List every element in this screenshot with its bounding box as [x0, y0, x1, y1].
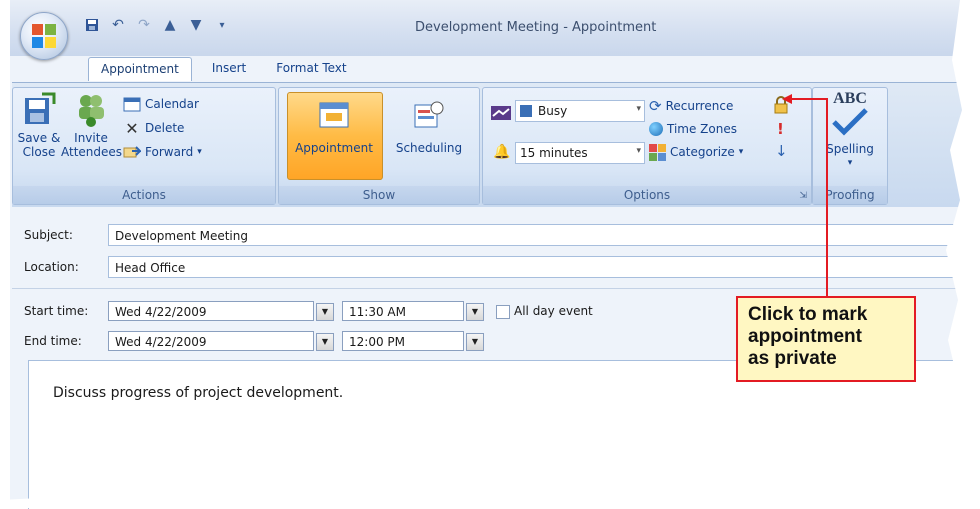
appointment-label: Appointment	[295, 141, 373, 155]
start-time-dropdown-icon[interactable]: ▼	[466, 303, 484, 321]
delete-icon: ✕	[125, 118, 139, 138]
scheduling-button[interactable]: Scheduling	[383, 100, 475, 155]
actions-group: Save & Close Invite Attendees Calendar ✕…	[12, 87, 276, 205]
scheduling-label: Scheduling	[395, 141, 463, 155]
proofing-group: ABC Spelling ▾ Proofing	[812, 87, 888, 205]
categorize-label: Categorize	[670, 145, 735, 159]
ribbon-tabs: Appointment Insert Format Text	[88, 57, 359, 81]
invite-label-2: Attendees	[61, 145, 123, 159]
options-dialog-launcher-icon[interactable]: ⇲	[799, 191, 807, 201]
start-time-label: Start time:	[24, 304, 89, 318]
outlook-appointment-window: ↶ ↷ ▲ ▼ ▾ Development Meeting - Appointm…	[0, 0, 980, 509]
subject-input[interactable]: Development Meeting	[108, 224, 980, 246]
callout-box: Click to mark appointment as private	[736, 296, 916, 382]
show-group: Appointment Scheduling Show	[278, 87, 480, 205]
calendar-icon	[123, 97, 141, 112]
callout-arrowhead-icon	[782, 94, 792, 104]
time-zones-label: Time Zones	[667, 122, 737, 136]
show-as-icon	[491, 106, 511, 120]
calendar-button[interactable]: Calendar	[123, 94, 199, 114]
low-importance-icon[interactable]: ↓	[775, 142, 788, 160]
title-bar: ↶ ↷ ▲ ▼ ▾ Development Meeting - Appointm…	[0, 0, 980, 60]
show-as-value: Busy	[538, 104, 568, 118]
reminder-dropdown-icon[interactable]: ▾	[636, 146, 641, 156]
proofing-group-label: Proofing	[813, 186, 887, 204]
save-close-button[interactable]: Save & Close	[17, 92, 61, 159]
busy-color-icon	[520, 105, 532, 117]
save-close-icon	[25, 92, 56, 124]
end-time-dropdown-icon[interactable]: ▼	[466, 333, 484, 351]
save-close-label-2: Close	[22, 145, 56, 159]
location-label: Location:	[24, 260, 79, 274]
categorize-button[interactable]: Categorize ▾	[649, 142, 743, 162]
recurrence-icon: ⟳	[649, 97, 662, 115]
callout-connector-vertical	[790, 98, 828, 100]
callout-line-2: appointment	[748, 326, 862, 347]
undo-icon[interactable]: ↶	[108, 15, 128, 35]
categorize-icon	[649, 143, 666, 161]
forward-dropdown-icon[interactable]: ▾	[197, 147, 202, 157]
options-group: Busy ▾ 🔔 15 minutes ▾ ⟳ Recurrence Time …	[482, 87, 812, 205]
callout-line-3: as private	[748, 348, 837, 369]
forward-icon	[123, 146, 141, 158]
tab-appointment[interactable]: Appointment	[88, 57, 192, 81]
appointment-body-text: Discuss progress of project development.	[53, 385, 344, 401]
actions-group-label: Actions	[13, 186, 275, 204]
ribbon: Save & Close Invite Attendees Calendar ✕…	[12, 82, 980, 207]
start-date-field[interactable]: Wed 4/22/2009	[108, 301, 314, 321]
appointment-icon	[319, 102, 349, 128]
invite-attendees-button[interactable]: Invite Attendees	[61, 92, 123, 159]
redo-icon[interactable]: ↷	[134, 15, 154, 35]
start-time-field[interactable]: 11:30 AM	[342, 301, 464, 321]
show-as-dropdown-icon[interactable]: ▾	[636, 104, 641, 114]
calendar-label: Calendar	[145, 97, 199, 111]
quick-access-toolbar: ↶ ↷ ▲ ▼ ▾	[82, 14, 232, 36]
save-icon[interactable]	[82, 15, 102, 35]
subject-label: Subject:	[24, 228, 73, 242]
all-day-event-checkbox[interactable]	[496, 305, 510, 319]
globe-icon	[649, 122, 663, 136]
end-date-dropdown-icon[interactable]: ▼	[316, 333, 334, 351]
save-close-label-1: Save &	[17, 131, 61, 145]
next-item-icon[interactable]: ▼	[186, 15, 206, 35]
all-day-event-label: All day event	[514, 304, 593, 318]
show-group-label: Show	[279, 186, 479, 204]
callout-connector-horizontal	[826, 98, 828, 298]
reminder-bell-icon: 🔔	[493, 144, 511, 160]
time-zones-button[interactable]: Time Zones	[649, 119, 737, 139]
abc-text: ABC	[833, 90, 867, 107]
recurrence-button[interactable]: ⟳ Recurrence	[649, 96, 733, 116]
end-date-field[interactable]: Wed 4/22/2009	[108, 331, 314, 351]
delete-label: Delete	[145, 121, 185, 135]
tab-insert[interactable]: Insert	[200, 57, 258, 81]
end-time-label: End time:	[24, 334, 82, 348]
appointment-button-content: Appointment	[287, 100, 381, 155]
forward-label: Forward	[145, 145, 194, 159]
divider	[12, 288, 980, 289]
delete-button[interactable]: ✕ Delete	[123, 118, 184, 138]
start-date-dropdown-icon[interactable]: ▼	[316, 303, 334, 321]
forward-button[interactable]: Forward ▾	[123, 142, 202, 162]
reminder-value: 15 minutes	[520, 146, 588, 160]
tab-format-text[interactable]: Format Text	[264, 57, 358, 81]
invite-label-1: Invite	[74, 131, 108, 145]
options-group-label: Options	[483, 186, 811, 204]
categorize-dropdown-icon[interactable]: ▾	[739, 147, 744, 157]
office-button[interactable]	[20, 12, 68, 60]
appointment-body-textarea[interactable]: Discuss progress of project development.	[28, 360, 980, 509]
reminder-combobox[interactable]: 15 minutes ▾	[515, 142, 645, 164]
window-title: Development Meeting - Appointment	[415, 20, 657, 35]
high-importance-icon[interactable]: !	[777, 120, 784, 138]
end-time-field[interactable]: 12:00 PM	[342, 331, 464, 351]
recurrence-label: Recurrence	[665, 99, 734, 113]
location-input[interactable]: Head Office	[108, 256, 980, 278]
customize-toolbar-icon[interactable]: ▾	[212, 15, 232, 35]
previous-item-icon[interactable]: ▲	[160, 15, 180, 35]
callout-line-1: Click to mark	[748, 304, 868, 325]
scheduling-icon	[414, 101, 444, 128]
office-logo-icon	[32, 24, 56, 48]
invite-attendees-icon	[79, 95, 104, 127]
show-as-combobox[interactable]: Busy ▾	[515, 100, 645, 122]
